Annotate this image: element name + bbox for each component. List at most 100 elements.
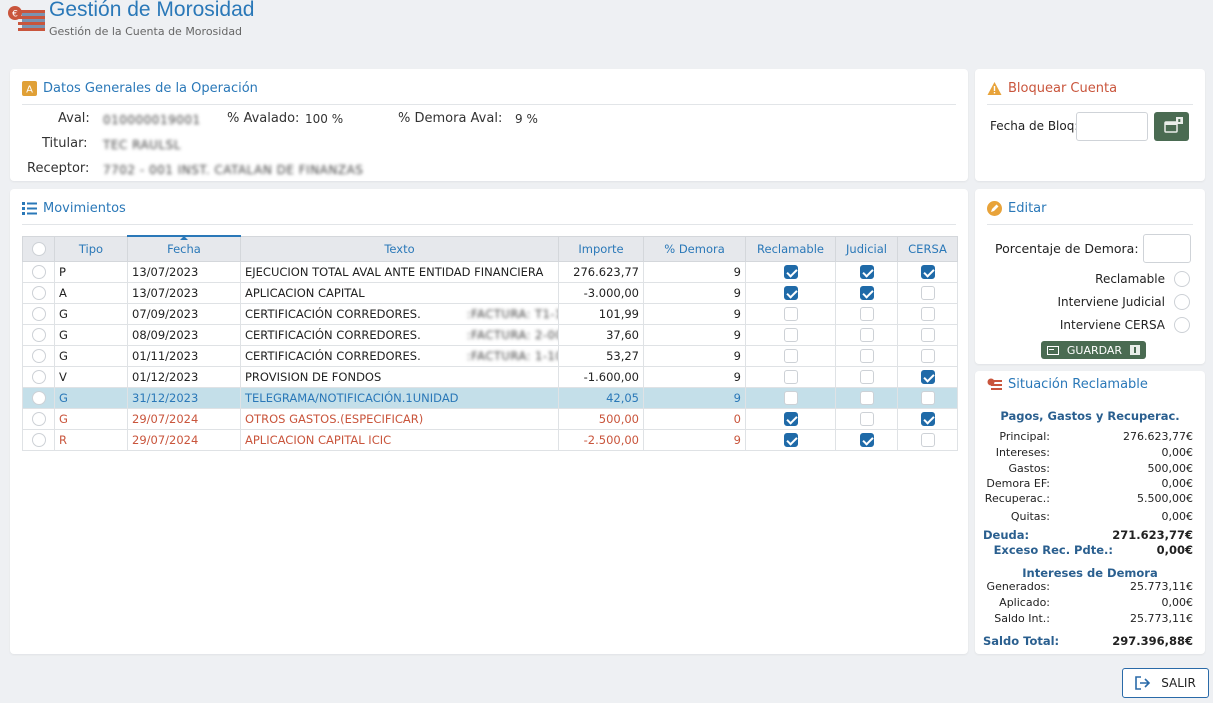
cersa-cell[interactable] [897, 323, 958, 346]
cersa-checkbox[interactable] [920, 348, 935, 363]
judicial-checkbox[interactable] [859, 264, 874, 279]
salir-button[interactable]: SALIR [1122, 668, 1209, 698]
reclamable-cell[interactable] [745, 428, 836, 451]
row-select-cell[interactable] [22, 260, 55, 283]
reclamable-checkbox[interactable] [783, 369, 798, 384]
table-row[interactable]: A 13/07/2023 APLICACION CAPITAL -3.000,00 9 [22, 281, 958, 304]
cersa-cell[interactable] [897, 281, 958, 304]
reclamable-cell[interactable] [745, 344, 836, 367]
judicial-cell[interactable] [835, 386, 898, 409]
reclamable-checkbox[interactable] [1174, 271, 1190, 287]
cersa-checkbox[interactable] [920, 264, 935, 279]
row-select-radio[interactable] [31, 390, 46, 405]
reclamable-checkbox[interactable] [783, 411, 798, 426]
column-header-judicial[interactable]: Judicial [835, 235, 898, 262]
cersa-checkbox[interactable] [920, 327, 935, 342]
judicial-checkbox[interactable] [859, 369, 874, 384]
judicial-cell[interactable] [835, 260, 898, 283]
fecha-bloq-input[interactable] [1076, 112, 1148, 141]
row-select-cell[interactable] [22, 407, 55, 430]
reclamable-checkbox[interactable] [783, 348, 798, 363]
select-all-checkbox[interactable] [22, 235, 55, 262]
judicial-checkbox[interactable] [859, 432, 874, 447]
judicial-checkbox[interactable] [859, 411, 874, 426]
reclamable-cell[interactable] [745, 281, 836, 304]
judicial-cell[interactable] [835, 323, 898, 346]
judicial-checkbox[interactable] [859, 348, 874, 363]
row-select-cell[interactable] [22, 428, 55, 451]
cersa-cell[interactable] [897, 407, 958, 430]
reclamable-cell[interactable] [745, 386, 836, 409]
row-select-cell[interactable] [22, 344, 55, 367]
cersa-cell[interactable] [897, 386, 958, 409]
reclamable-cell[interactable] [745, 407, 836, 430]
select-all-radio[interactable] [31, 241, 46, 256]
cersa-cell[interactable] [897, 428, 958, 451]
column-header-demora[interactable]: % Demora [643, 235, 746, 262]
column-header-fecha[interactable]: Fecha [127, 235, 241, 262]
reclamable-checkbox[interactable] [783, 327, 798, 342]
table-row[interactable]: P 13/07/2023 EJECUCION TOTAL AVAL ANTE ENT… [22, 260, 958, 283]
bloquear-button[interactable] [1154, 112, 1189, 141]
judicial-checkbox[interactable] [859, 327, 874, 342]
cersa-checkbox[interactable] [920, 369, 935, 384]
table-row[interactable]: G 29/07/2024 OTROS GASTOS.(ESPECIFICAR) 500… [22, 407, 958, 430]
reclamable-checkbox[interactable] [783, 285, 798, 300]
judicial-cell[interactable] [835, 302, 898, 325]
row-select-radio[interactable] [31, 285, 46, 300]
row-select-radio[interactable] [31, 327, 46, 342]
cersa-checkbox[interactable] [920, 285, 935, 300]
judicial-checkbox[interactable] [859, 285, 874, 300]
cersa-cell[interactable] [897, 365, 958, 388]
cersa-checkbox[interactable] [920, 411, 935, 426]
reclamable-cell[interactable] [745, 323, 836, 346]
reclamable-checkbox[interactable] [783, 432, 798, 447]
judicial-cell[interactable] [835, 344, 898, 367]
judicial-cell[interactable] [835, 428, 898, 451]
column-header-cersa[interactable]: CERSA [897, 235, 958, 262]
row-select-cell[interactable] [22, 323, 55, 346]
table-row[interactable]: R 29/07/2024 APLICACION CAPITAL ICIC -2.500… [22, 428, 958, 451]
row-select-radio[interactable] [31, 432, 46, 447]
table-row[interactable]: V 01/12/2023 PROVISION DE FONDOS -1.600,00 9 [22, 365, 958, 388]
judicial-cell[interactable] [835, 407, 898, 430]
cersa-cell[interactable] [897, 260, 958, 283]
reclamable-checkbox[interactable] [783, 264, 798, 279]
row-select-cell[interactable] [22, 302, 55, 325]
judicial-checkbox[interactable] [859, 306, 874, 321]
table-row[interactable]: G 31/12/2023 TELEGRAMA/NOTIFICACIÓN.1UNIDA… [22, 386, 958, 409]
judicial-cell[interactable] [835, 281, 898, 304]
table-row[interactable]: G 01/11/2023 CERTIFICACIÓN CORREDORES.:FAC… [22, 344, 958, 367]
interviene-cersa-checkbox[interactable] [1174, 317, 1190, 333]
reclamable-cell[interactable] [745, 365, 836, 388]
cersa-cell[interactable] [897, 344, 958, 367]
row-select-radio[interactable] [31, 411, 46, 426]
table-row[interactable]: G 07/09/2023 CERTIFICACIÓN CORREDORES.:FAC… [22, 302, 958, 325]
reclamable-checkbox[interactable] [783, 390, 798, 405]
cersa-cell[interactable] [897, 302, 958, 325]
judicial-checkbox[interactable] [859, 390, 874, 405]
cersa-checkbox[interactable] [920, 306, 935, 321]
column-header-texto[interactable]: Texto [240, 235, 559, 262]
column-header-importe[interactable]: Importe [558, 235, 644, 262]
reclamable-cell[interactable] [745, 302, 836, 325]
row-select-radio[interactable] [31, 348, 46, 363]
reclamable-checkbox[interactable] [783, 306, 798, 321]
porcentaje-demora-input[interactable] [1143, 234, 1191, 263]
row-select-cell[interactable] [22, 386, 55, 409]
guardar-button[interactable]: GUARDAR [1041, 341, 1146, 359]
row-select-radio[interactable] [31, 369, 46, 384]
interviene-judicial-checkbox[interactable] [1174, 294, 1190, 310]
cersa-checkbox[interactable] [920, 432, 935, 447]
editar-panel: Editar Porcentaje de Demora: Reclamable … [975, 189, 1205, 364]
row-select-cell[interactable] [22, 281, 55, 304]
column-header-reclamable[interactable]: Reclamable [745, 235, 836, 262]
row-select-radio[interactable] [31, 306, 46, 321]
reclamable-cell[interactable] [745, 260, 836, 283]
column-header-tipo[interactable]: Tipo [54, 235, 128, 262]
table-row[interactable]: G 08/09/2023 CERTIFICACIÓN CORREDORES.:FAC… [22, 323, 958, 346]
row-select-cell[interactable] [22, 365, 55, 388]
judicial-cell[interactable] [835, 365, 898, 388]
row-select-radio[interactable] [31, 264, 46, 279]
cersa-checkbox[interactable] [920, 390, 935, 405]
